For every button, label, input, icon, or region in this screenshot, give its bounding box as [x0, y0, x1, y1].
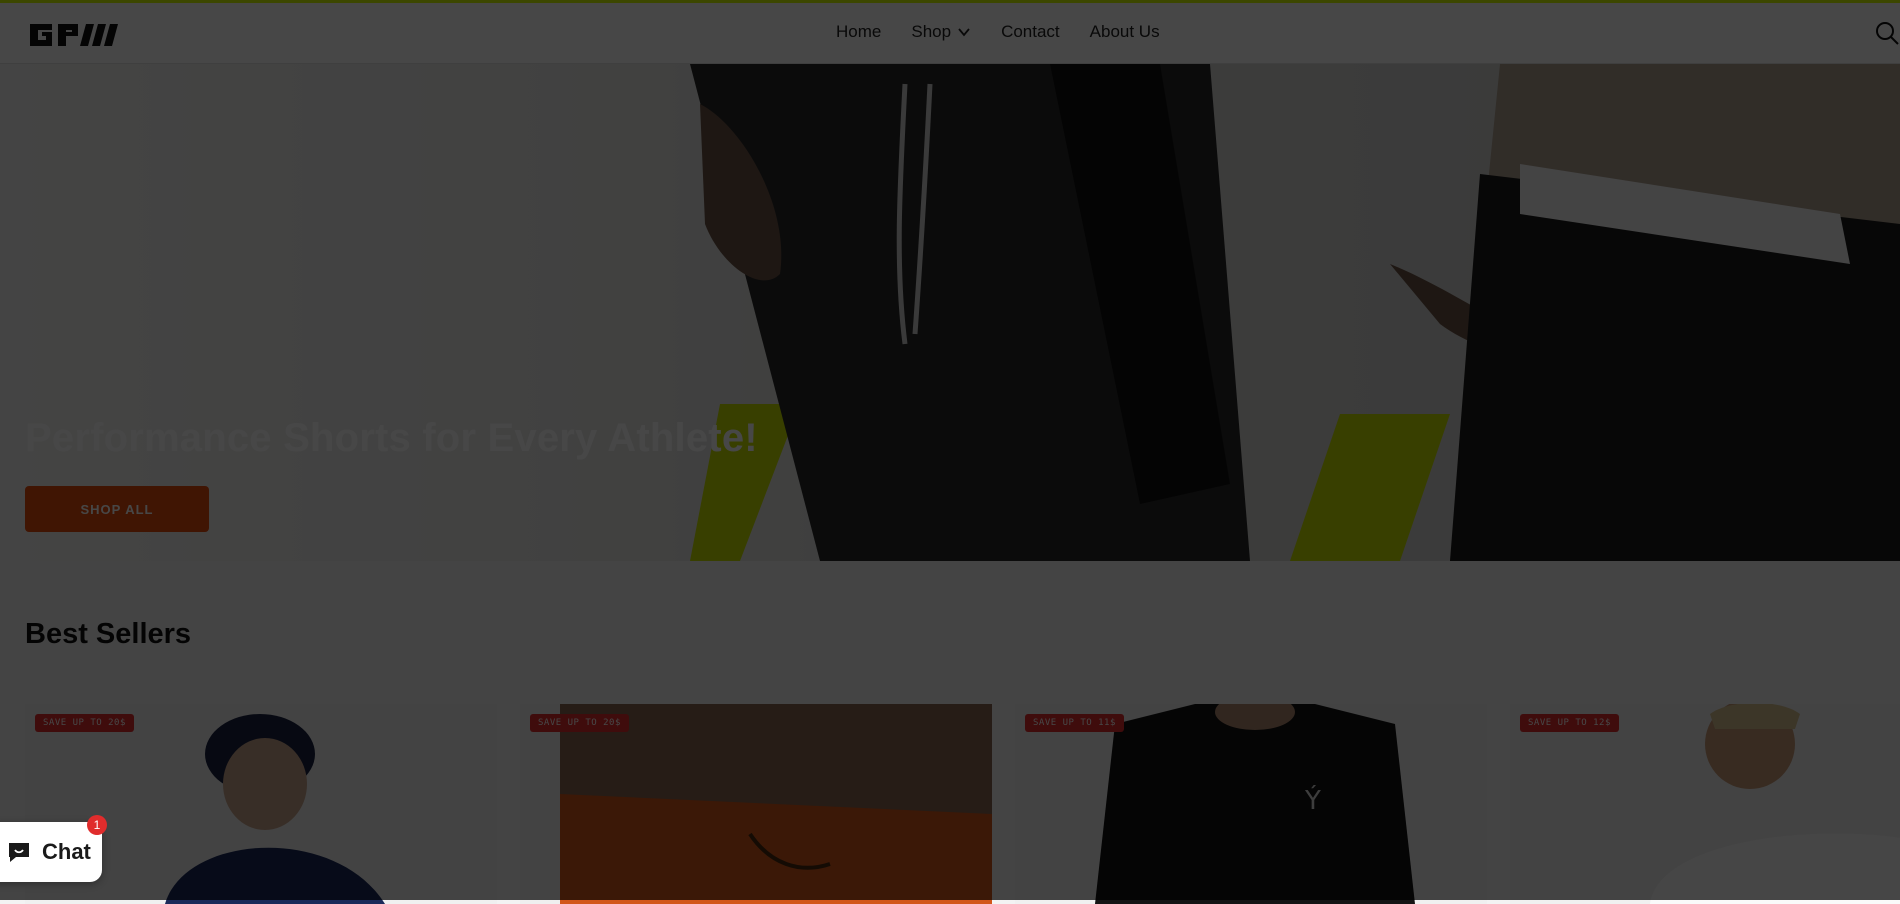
shirt-logo: Ý — [1304, 784, 1321, 816]
discount-badge: SAVE UP TO 20$ — [35, 714, 134, 732]
chat-notification-badge: 1 — [87, 815, 107, 835]
search-icon[interactable] — [1874, 20, 1900, 46]
product-grid: SAVE UP TO 20$ SAVE UP TO 20$ Ý SAVE UP … — [25, 704, 1900, 904]
nav-about-us-label: About Us — [1089, 22, 1160, 41]
nav-contact-label: Contact — [1001, 22, 1060, 41]
best-sellers-title: Best Sellers — [25, 618, 192, 650]
product-image — [520, 704, 992, 904]
discount-badge: SAVE UP TO 11$ — [1025, 714, 1124, 732]
nav-home-label: Home — [836, 22, 882, 41]
chevron-down-icon — [958, 28, 970, 37]
site-header: Home Shop Contact About Us — [0, 0, 1900, 64]
product-card[interactable]: SAVE UP TO 20$ — [520, 704, 992, 904]
product-card[interactable]: Ý SAVE UP TO 11$ — [1015, 704, 1487, 904]
hero-banner: Performance Shorts for Every Athlete! SH… — [0, 64, 1900, 561]
chat-button[interactable]: Chat — [0, 822, 102, 882]
hero-image — [690, 64, 1900, 561]
nav-contact[interactable]: Contact — [1001, 22, 1060, 42]
main-nav: Home Shop Contact About Us — [836, 22, 1160, 42]
product-image — [1510, 704, 1900, 904]
shop-all-button[interactable]: SHOP ALL — [25, 486, 209, 532]
discount-badge: SAVE UP TO 20$ — [530, 714, 629, 732]
hero-title: Performance Shorts for Every Athlete! — [25, 416, 758, 460]
discount-badge: SAVE UP TO 12$ — [1520, 714, 1619, 732]
nav-shop-label: Shop — [911, 22, 952, 41]
product-image: Ý — [1015, 704, 1487, 904]
nav-about-us[interactable]: About Us — [1090, 22, 1160, 42]
logo[interactable] — [28, 20, 124, 50]
chat-icon — [9, 843, 29, 862]
nav-home[interactable]: Home — [836, 22, 881, 42]
nav-shop[interactable]: Shop — [911, 22, 971, 42]
product-card[interactable]: SAVE UP TO 12$ — [1510, 704, 1900, 904]
chat-label: Chat — [42, 839, 91, 864]
